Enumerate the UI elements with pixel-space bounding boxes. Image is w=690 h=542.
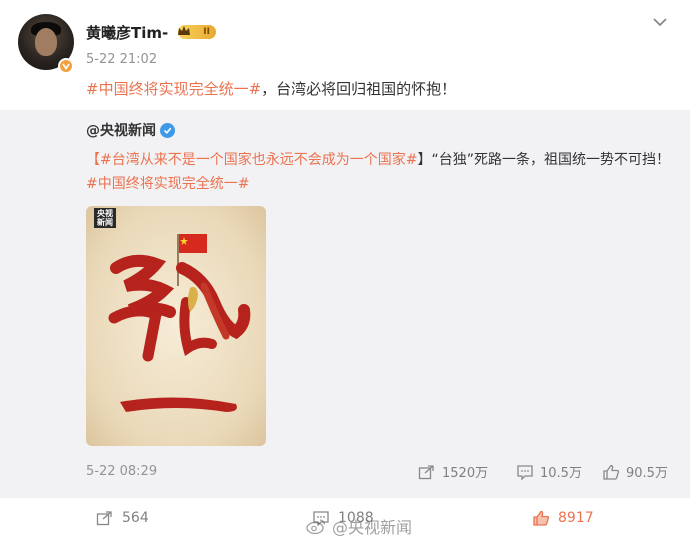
share-icon bbox=[96, 511, 112, 526]
repost-image[interactable]: 央视新闻 bbox=[86, 206, 266, 446]
topic-link-2[interactable]: #中国终将实现完全统一# bbox=[86, 176, 249, 192]
watermark: @央视新闻 bbox=[306, 514, 412, 538]
like-count: 8917 bbox=[558, 510, 594, 526]
level-badge: II bbox=[178, 25, 216, 39]
verified-badge-icon bbox=[58, 58, 74, 74]
post-header: 黄曦彦Tim- II 5-22 21:02 #中国终将实现完全统一#，台湾必将回… bbox=[0, 0, 690, 110]
repost-share-button[interactable]: 1520万 bbox=[418, 462, 488, 481]
share-button[interactable]: 564 bbox=[96, 510, 149, 526]
poster-logo: 央视新闻 bbox=[94, 208, 116, 228]
repost-like-button[interactable]: 90.5万 bbox=[602, 462, 668, 481]
share-count: 564 bbox=[122, 510, 149, 526]
topic-link-1[interactable]: #台湾从来不是一个国家也永远不会成为一个国家# bbox=[100, 152, 417, 168]
username[interactable]: 黄曦彦Tim- bbox=[86, 22, 168, 43]
post-body: ，台湾必将回归祖国的怀抱！ bbox=[261, 80, 457, 98]
chevron-down-icon[interactable] bbox=[652, 16, 668, 28]
repost-comment-count: 10.5万 bbox=[540, 466, 582, 481]
crown-icon bbox=[178, 26, 190, 35]
repost-body: “台独”死路一条，祖国统一势不可挡！ bbox=[431, 152, 670, 168]
repost-author[interactable]: @央视新闻 bbox=[86, 120, 175, 140]
repost-card[interactable]: @央视新闻 【#台湾从来不是一个国家也永远不会成为一个国家#】“台独”死路一条，… bbox=[0, 110, 690, 498]
thumbs-up-filled-icon bbox=[533, 510, 550, 526]
topic-link[interactable]: #中国终将实现完全统一# bbox=[86, 80, 261, 98]
verified-blue-icon bbox=[160, 122, 175, 138]
repost-time[interactable]: 5-22 08:29 bbox=[86, 464, 157, 479]
avatar-face bbox=[35, 28, 57, 56]
bracket-close: 】 bbox=[417, 152, 432, 168]
comment-icon bbox=[517, 464, 533, 480]
like-button[interactable]: 8917 bbox=[532, 510, 594, 526]
repost-like-count: 90.5万 bbox=[626, 466, 668, 481]
level-text: II bbox=[203, 27, 210, 37]
poster-artwork bbox=[108, 234, 251, 412]
thumbs-up-icon bbox=[603, 464, 620, 480]
post-text: #中国终将实现完全统一#，台湾必将回归祖国的怀抱！ bbox=[86, 78, 456, 99]
weibo-logo-icon bbox=[306, 519, 326, 534]
repost-share-count: 1520万 bbox=[442, 466, 489, 481]
watermark-text: @央视新闻 bbox=[332, 518, 413, 537]
post-time[interactable]: 5-22 21:02 bbox=[86, 52, 157, 67]
repost-username[interactable]: @央视新闻 bbox=[86, 120, 156, 140]
repost-text: 【#台湾从来不是一个国家也永远不会成为一个国家#】“台独”死路一条，祖国统一势不… bbox=[86, 148, 676, 196]
bracket-open: 【 bbox=[86, 152, 100, 168]
repost-comment-button[interactable]: 10.5万 bbox=[516, 462, 582, 481]
share-icon bbox=[418, 464, 434, 479]
